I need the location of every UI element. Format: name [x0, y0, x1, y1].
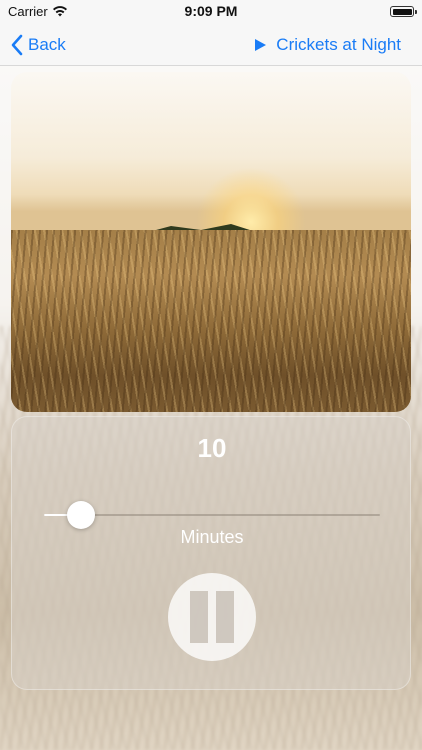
- play-icon: [255, 39, 267, 51]
- track-title: Crickets at Night: [276, 35, 401, 54]
- timer-value: 10: [197, 433, 227, 463]
- chevron-left-icon: [11, 34, 23, 56]
- pause-button[interactable]: [168, 573, 256, 661]
- back-label: Back: [28, 35, 66, 54]
- wheat-field: [11, 230, 411, 412]
- back-button[interactable]: Back: [10, 31, 66, 59]
- pause-bar-right: [216, 591, 234, 643]
- now-playing-button[interactable]: Crickets at Night: [255, 31, 401, 59]
- timer-slider-thumb[interactable]: [66, 501, 95, 529]
- pause-bar-left: [190, 591, 208, 643]
- pause-icon: [168, 573, 256, 661]
- timer-panel: 10 Minutes: [11, 416, 411, 690]
- status-bar: Carrier 9:09 PM: [0, 0, 422, 24]
- scene-image: [11, 72, 411, 412]
- clock: 9:09 PM: [184, 3, 238, 19]
- navigation-bar: Back Crickets at Night: [0, 24, 422, 66]
- battery-icon: [390, 6, 417, 17]
- timer-unit-label: Minutes: [180, 527, 244, 547]
